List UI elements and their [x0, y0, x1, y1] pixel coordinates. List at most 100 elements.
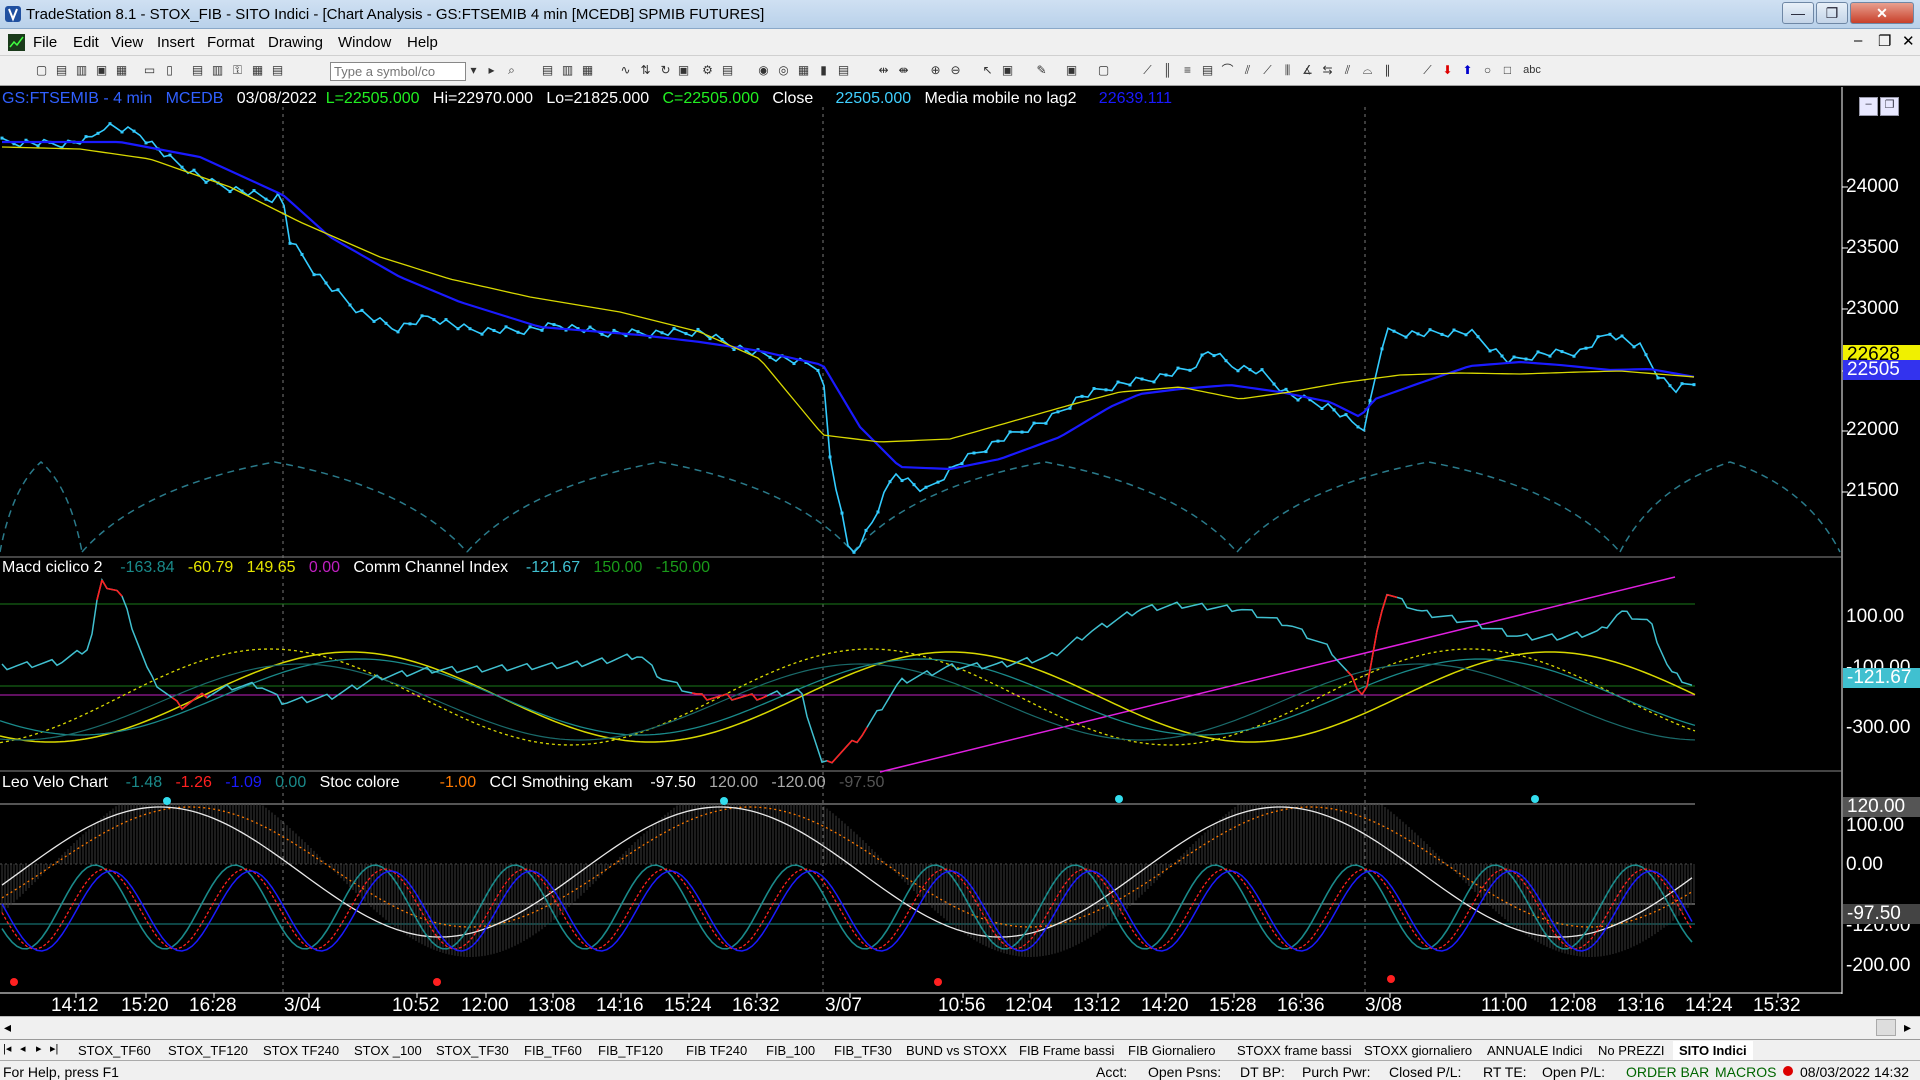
- expand-bars-icon[interactable]: ⇹: [876, 63, 891, 78]
- analysis-icon[interactable]: ▣: [676, 63, 691, 78]
- tab-fib-tf30[interactable]: FIB_TF30: [828, 1041, 898, 1060]
- data-window-icon[interactable]: ▥: [560, 63, 575, 78]
- chart-window-icon[interactable]: ▣: [1000, 63, 1015, 78]
- ellipse-icon[interactable]: ○: [1480, 63, 1495, 78]
- chart-doc-icon[interactable]: [8, 34, 25, 51]
- new-icon[interactable]: ▢: [34, 63, 49, 78]
- rectangle-icon[interactable]: □: [1500, 63, 1515, 78]
- gann-icon[interactable]: ⌓: [1360, 63, 1375, 78]
- pointer-icon[interactable]: ↖: [980, 63, 995, 78]
- zoom-out-icon[interactable]: ⊖: [948, 63, 963, 78]
- menu-drawing[interactable]: Drawing: [268, 34, 323, 51]
- tab-stox-tf60[interactable]: STOX_TF60: [72, 1041, 157, 1060]
- channel-icon[interactable]: ⫽: [1240, 63, 1255, 78]
- radar-icon[interactable]: ◎: [776, 63, 791, 78]
- tab-nav-last-icon[interactable]: ▸|: [50, 1042, 58, 1055]
- tab-fib-giornaliero[interactable]: FIB Giornaliero: [1122, 1041, 1221, 1060]
- options-icon[interactable]: ▤: [836, 63, 851, 78]
- save-icon[interactable]: ▣: [94, 63, 109, 78]
- horizontal-line-icon[interactable]: ≡: [1180, 63, 1195, 78]
- zoom-in-icon[interactable]: ⊕: [928, 63, 943, 78]
- tab-stoxx-frame-bassi[interactable]: STOXX frame bassi: [1231, 1041, 1358, 1060]
- vertical-line-icon[interactable]: ║: [1160, 63, 1175, 78]
- tab-fib-frame-bassi[interactable]: FIB Frame bassi: [1013, 1041, 1120, 1060]
- close-button[interactable]: ✕: [1850, 2, 1914, 24]
- tab-stox-tf120[interactable]: STOX_TF120: [162, 1041, 254, 1060]
- chart-type-icon[interactable]: ▤: [720, 63, 735, 78]
- fib-fan-icon[interactable]: ⟋: [1260, 63, 1275, 78]
- fib-icon[interactable]: ▤: [1200, 63, 1215, 78]
- lookup-icon[interactable]: ⌕: [504, 63, 519, 78]
- tab-no-prezzi[interactable]: No PREZZI: [1592, 1041, 1670, 1060]
- arrow-up-icon[interactable]: ⬆: [1460, 63, 1475, 78]
- cycle-icon[interactable]: ∥: [1380, 63, 1395, 78]
- open-icon[interactable]: ▤: [54, 63, 69, 78]
- scroll-left-icon[interactable]: ◂: [4, 1019, 11, 1036]
- freehand-icon[interactable]: ⟋: [1420, 63, 1435, 78]
- child-close-button[interactable]: ✕: [1902, 32, 1915, 50]
- panel-restore-button[interactable]: ❐: [1880, 97, 1899, 116]
- sheet-icon[interactable]: ▤: [270, 63, 285, 78]
- scanner-icon[interactable]: ◉: [756, 63, 771, 78]
- menu-insert[interactable]: Insert: [157, 34, 195, 51]
- tab-nav-first-icon[interactable]: |◂: [3, 1042, 11, 1055]
- menu-format[interactable]: Format: [207, 34, 255, 51]
- symbol-input[interactable]: [330, 62, 466, 81]
- tab-bund-vs-stoxx[interactable]: BUND vs STOXX: [900, 1041, 1013, 1060]
- scroll-thumb[interactable]: [1876, 1019, 1896, 1036]
- strategy-icon[interactable]: ⇅: [638, 63, 653, 78]
- grid-icon[interactable]: ▦: [580, 63, 595, 78]
- tab-stox-tf240[interactable]: STOX TF240: [257, 1041, 345, 1060]
- panel-minimize-button[interactable]: –: [1859, 97, 1878, 116]
- tab-fib-100[interactable]: FIB_100: [760, 1041, 821, 1060]
- lock-icon[interactable]: ⚿: [230, 63, 245, 78]
- andrews-icon[interactable]: ⫽: [1340, 63, 1355, 78]
- horizontal-scrollbar[interactable]: ◂ ▸: [0, 1016, 1920, 1039]
- bar-chart-icon[interactable]: ▮: [816, 63, 831, 78]
- tab-fib-tf120[interactable]: FIB_TF120: [592, 1041, 669, 1060]
- format-icon[interactable]: ▥: [210, 63, 225, 78]
- tab-fib-tf240[interactable]: FIB TF240: [680, 1041, 753, 1060]
- child-minimize-button[interactable]: –: [1854, 32, 1862, 49]
- tab-stox-100[interactable]: STOX _100: [348, 1041, 428, 1060]
- refresh-icon[interactable]: ↻: [658, 63, 673, 78]
- chart-canvas[interactable]: [0, 87, 1920, 1016]
- save-all-icon[interactable]: ▦: [114, 63, 129, 78]
- matrix-icon[interactable]: ▦: [796, 63, 811, 78]
- menu-file[interactable]: File: [33, 34, 57, 51]
- macros-toggle[interactable]: MACROS: [1715, 1064, 1776, 1080]
- scroll-right-icon[interactable]: ▸: [1904, 1019, 1911, 1036]
- maximize-button[interactable]: ❐: [1816, 2, 1848, 24]
- tab-stox-tf30[interactable]: STOX_TF30: [430, 1041, 515, 1060]
- tab-sito-indici[interactable]: SITO Indici: [1673, 1041, 1753, 1060]
- alert-icon[interactable]: ▣: [1064, 63, 1079, 78]
- minimize-button[interactable]: —: [1782, 2, 1814, 24]
- menu-edit[interactable]: Edit: [73, 34, 99, 51]
- tab-stoxx-giornaliero[interactable]: STOXX giornaliero: [1358, 1041, 1478, 1060]
- fib-retrace-icon[interactable]: ∡: [1300, 63, 1315, 78]
- text-tool-icon[interactable]: abc: [1520, 63, 1544, 78]
- print-icon[interactable]: ▭: [142, 63, 157, 78]
- tab-fib-tf60[interactable]: FIB_TF60: [518, 1041, 588, 1060]
- tab-nav-prev-icon[interactable]: ◂: [20, 1042, 26, 1055]
- tab-annuale-indici[interactable]: ANNUALE Indici: [1481, 1041, 1588, 1060]
- chart-style-icon[interactable]: ▤: [540, 63, 555, 78]
- chart-area[interactable]: GS:FTSEMIB - 4 min MCEDB 03/08/2022 L=22…: [0, 87, 1920, 1016]
- indicator-icon[interactable]: ∿: [618, 63, 633, 78]
- tools-icon[interactable]: ✎: [1034, 63, 1049, 78]
- child-restore-button[interactable]: ❐: [1878, 32, 1891, 50]
- trendline-tool-icon[interactable]: ⟋: [1140, 63, 1155, 78]
- fib-extension-icon[interactable]: ⇆: [1320, 63, 1335, 78]
- speed-lines-icon[interactable]: ⫼: [1280, 63, 1295, 78]
- window-icon[interactable]: ▤: [190, 63, 205, 78]
- menu-view[interactable]: View: [111, 34, 143, 51]
- menu-help[interactable]: Help: [407, 34, 438, 51]
- tab-nav-next-icon[interactable]: ▸: [36, 1042, 42, 1055]
- go-arrow-icon[interactable]: ▸: [484, 63, 499, 78]
- print-preview-icon[interactable]: ▯: [162, 63, 177, 78]
- order-bar-toggle[interactable]: ORDER BAR: [1626, 1064, 1709, 1080]
- open-workspace-icon[interactable]: ▥: [74, 63, 89, 78]
- arc-icon[interactable]: ⌒: [1220, 63, 1235, 78]
- dropdown-arrow-icon[interactable]: ▾: [466, 63, 481, 78]
- compress-bars-icon[interactable]: ⇼: [896, 63, 911, 78]
